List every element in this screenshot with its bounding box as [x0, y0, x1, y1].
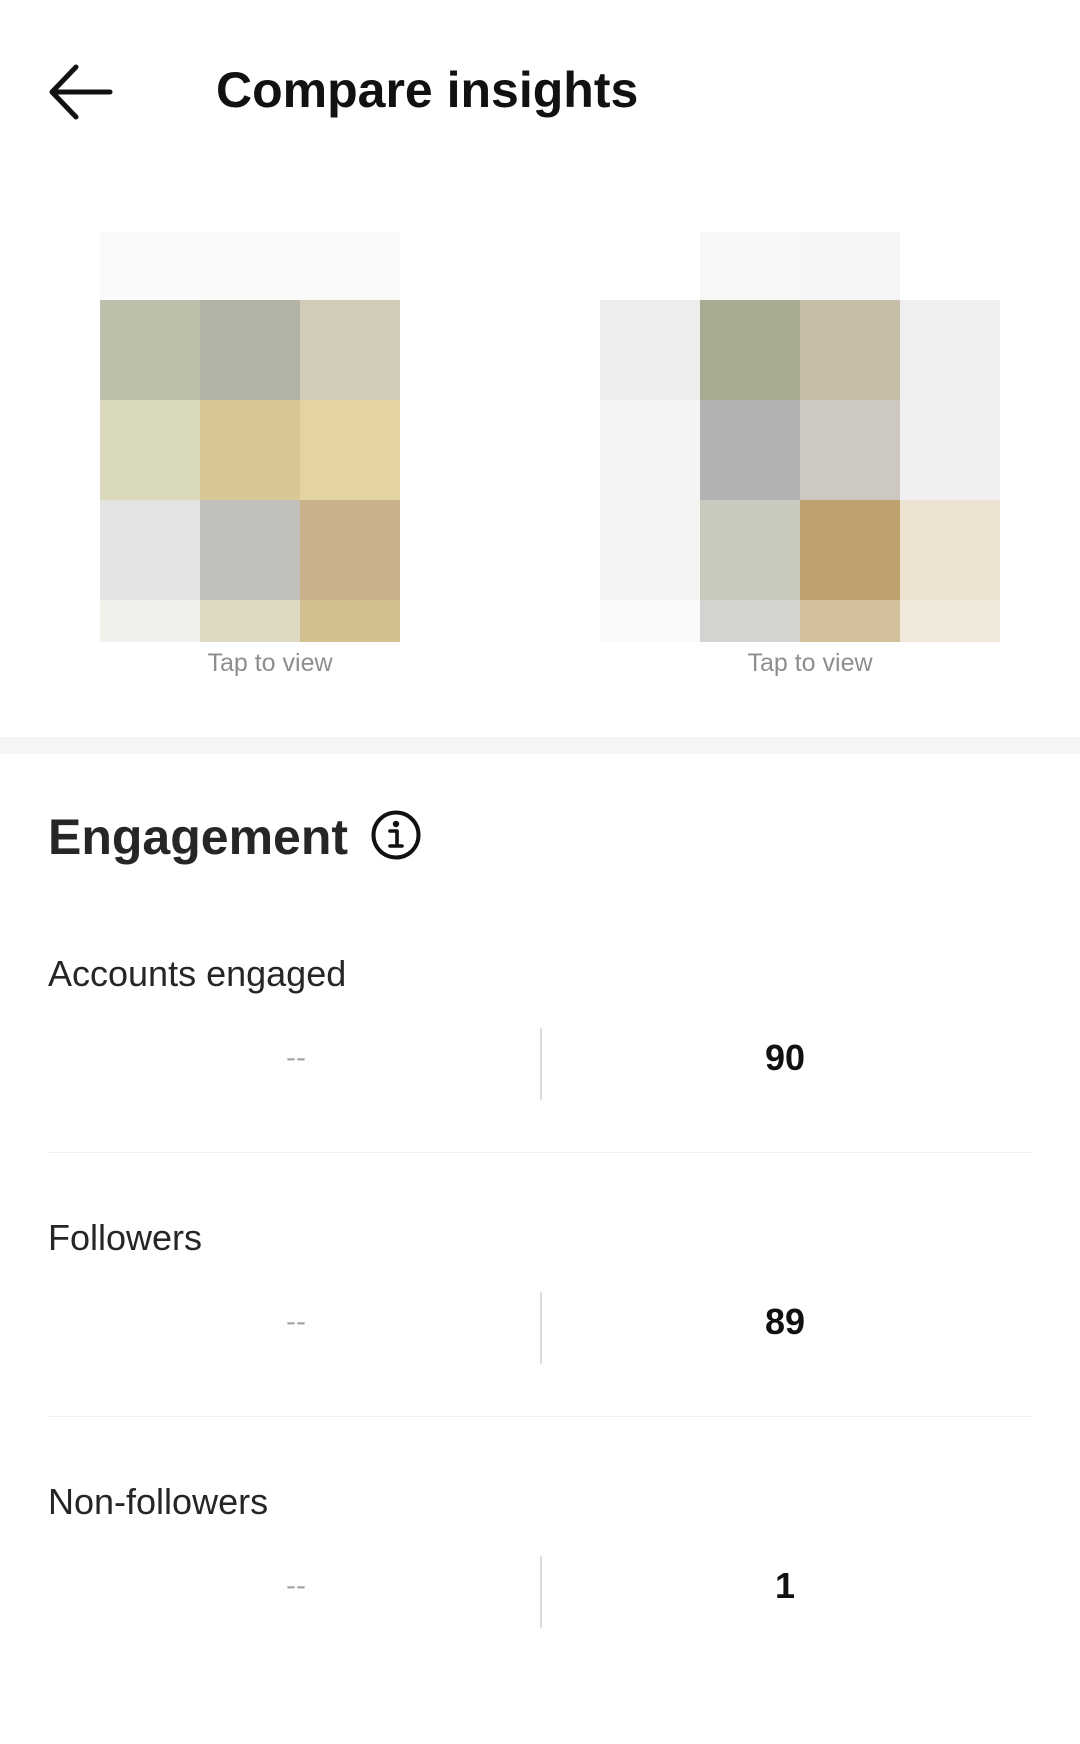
metric-non-followers: Non-followers -- 1	[0, 1480, 1080, 1744]
metric-divider	[540, 1028, 542, 1100]
tap-to-view-right[interactable]: Tap to view	[660, 648, 960, 678]
metric-label: Followers	[48, 1217, 203, 1258]
post-preview-right[interactable]	[600, 232, 1000, 642]
info-icon[interactable]	[370, 809, 422, 861]
metric-right-value: 89	[764, 1301, 806, 1342]
arrow-left-icon	[49, 64, 113, 120]
tap-to-view-left[interactable]: Tap to view	[120, 648, 420, 678]
metric-left-value: --	[286, 1569, 306, 1602]
post-preview-left[interactable]	[100, 232, 400, 642]
row-separator	[48, 1152, 1032, 1153]
metric-followers: Followers -- 89	[0, 1216, 1080, 1480]
metric-accounts-engaged: Accounts engaged -- 90	[0, 952, 1080, 1216]
metric-label: Non-followers	[48, 1481, 269, 1522]
metric-right-value: 1	[774, 1565, 796, 1606]
metric-left-value: --	[286, 1305, 306, 1338]
blurred-thumbnail	[600, 232, 1000, 642]
engagement-title: Engagement	[48, 809, 349, 865]
top-bar: Compare insights	[0, 0, 1080, 180]
metric-label: Accounts engaged	[48, 953, 347, 994]
metric-right-value: 90	[764, 1037, 806, 1078]
blurred-thumbnail	[100, 232, 400, 642]
metric-left-value: --	[286, 1041, 306, 1074]
metric-divider	[540, 1556, 542, 1628]
page-title: Compare insights	[216, 62, 639, 118]
row-separator	[48, 1416, 1032, 1417]
section-divider	[0, 737, 1080, 754]
metric-divider	[540, 1292, 542, 1364]
back-button[interactable]	[42, 60, 122, 124]
